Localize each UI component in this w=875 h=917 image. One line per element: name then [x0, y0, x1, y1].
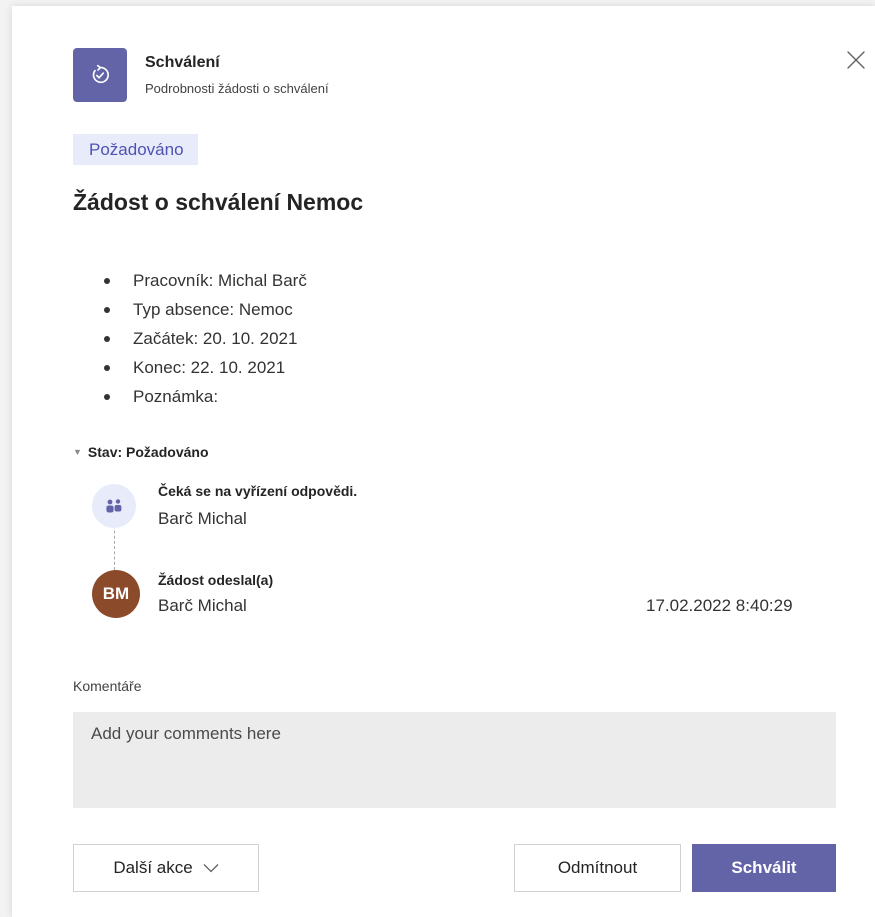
request-title: Žádost o schválení Nemoc — [73, 189, 364, 215]
people-icon — [92, 484, 136, 528]
more-actions-label: Další akce — [113, 858, 193, 877]
detail-start: Začátek: 20. 10. 2021 — [104, 324, 307, 353]
close-icon — [847, 51, 865, 69]
detail-absence-type: Typ absence: Nemoc — [104, 295, 307, 324]
timeline-sent-label: Žádost odeslal(a) — [158, 572, 274, 588]
request-details-list: Pracovník: Michal Barč Typ absence: Nemo… — [104, 266, 307, 411]
triangle-down-icon: ▼ — [73, 447, 82, 457]
avatar: BM — [92, 570, 140, 618]
detail-note: Poznámka: — [104, 382, 307, 411]
comments-input[interactable] — [73, 712, 836, 808]
status-badge: Požadováno — [73, 134, 198, 165]
app-title: Schválení — [145, 54, 220, 71]
timeline-sent-name: Barč Michal — [158, 596, 247, 615]
close-button[interactable] — [842, 46, 870, 74]
timeline-pending-name: Barč Michal — [158, 509, 247, 528]
more-actions-button[interactable]: Další akce — [73, 844, 259, 892]
approve-button[interactable]: Schválit — [692, 844, 836, 892]
detail-worker: Pracovník: Michal Barč — [104, 266, 307, 295]
status-section-toggle[interactable]: ▼ Stav: Požadováno — [73, 444, 209, 460]
comments-label: Komentáře — [73, 678, 142, 694]
approvals-icon — [73, 48, 127, 102]
approval-details-dialog: Schválení Podrobnosti žádosti o schválen… — [12, 6, 875, 917]
detail-end: Konec: 22. 10. 2021 — [104, 353, 307, 382]
reject-button[interactable]: Odmítnout — [514, 844, 681, 892]
timeline-sent-timestamp: 17.02.2022 8:40:29 — [646, 596, 793, 615]
app-subtitle: Podrobnosti žádosti o schválení — [145, 81, 329, 96]
timeline-pending-label: Čeká se na vyřízení odpovědi. — [158, 483, 358, 499]
chevron-down-icon — [203, 863, 219, 873]
status-section-label: Stav: Požadováno — [87, 444, 209, 460]
